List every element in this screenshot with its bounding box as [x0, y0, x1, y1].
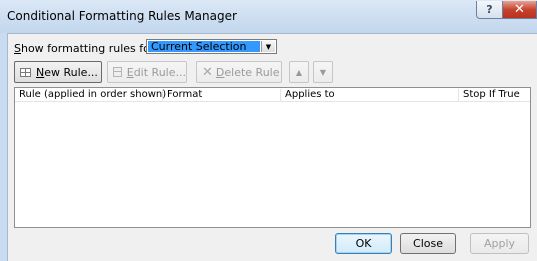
column-header-format[interactable]: Format [163, 89, 281, 102]
close-button[interactable]: Close [400, 233, 456, 254]
arrow-up-icon: ▲ [295, 67, 303, 77]
close-icon: ✕ [514, 2, 525, 17]
edit-rule-icon [113, 67, 122, 77]
arrow-down-icon: ▼ [319, 67, 327, 77]
chevron-down-icon[interactable]: ▼ [261, 41, 275, 52]
rules-list-header: Rule (applied in order shown) Format App… [15, 88, 530, 102]
apply-button[interactable]: Apply [470, 233, 529, 254]
new-rule-button[interactable]: New Rule... [14, 61, 102, 83]
help-button[interactable]: ? [476, 1, 503, 19]
edit-rule-label-text: dit Rule... [133, 65, 186, 79]
column-header-stop-if-true[interactable]: Stop If True [459, 89, 530, 102]
new-rule-icon [20, 67, 31, 77]
ok-button[interactable]: OK [335, 233, 392, 254]
show-rules-label-text: how formatting rules for: [20, 42, 158, 55]
edit-rule-label: Edit Rule... [127, 66, 186, 79]
rules-list[interactable]: Rule (applied in order shown) Format App… [14, 87, 531, 228]
show-rules-selected-value: Current Selection [148, 41, 260, 52]
column-header-applies-to[interactable]: Applies to [281, 89, 459, 102]
dialog-window: Conditional Formatting Rules Manager ? ✕… [0, 0, 537, 261]
window-close-button[interactable]: ✕ [502, 1, 537, 19]
new-rule-label-text: ew Rule... [44, 65, 98, 79]
move-down-button[interactable]: ▼ [313, 61, 333, 83]
new-rule-accelerator: N [36, 65, 45, 79]
help-icon: ? [486, 3, 493, 16]
delete-icon: ✕ [202, 64, 213, 80]
edit-rule-accelerator: E [126, 65, 134, 79]
delete-rule-label-text: elete Rule [224, 65, 280, 79]
title-bar: Conditional Formatting Rules Manager ? ✕ [0, 0, 537, 33]
edit-rule-button[interactable]: Edit Rule... [107, 61, 187, 83]
show-rules-label: Show formatting rules for: [14, 42, 158, 55]
delete-rule-label: Delete Rule [216, 66, 280, 79]
dialog-client-area: Show formatting rules for: Current Selec… [7, 33, 537, 261]
show-rules-dropdown[interactable]: Current Selection ▼ [146, 39, 277, 54]
column-header-rule[interactable]: Rule (applied in order shown) [15, 89, 166, 102]
move-up-button[interactable]: ▲ [289, 61, 309, 83]
window-title: Conditional Formatting Rules Manager [7, 9, 237, 23]
delete-rule-button[interactable]: ✕ Delete Rule [196, 61, 282, 83]
show-rules-label-accelerator: S [14, 42, 21, 55]
new-rule-label: New Rule... [36, 66, 98, 79]
